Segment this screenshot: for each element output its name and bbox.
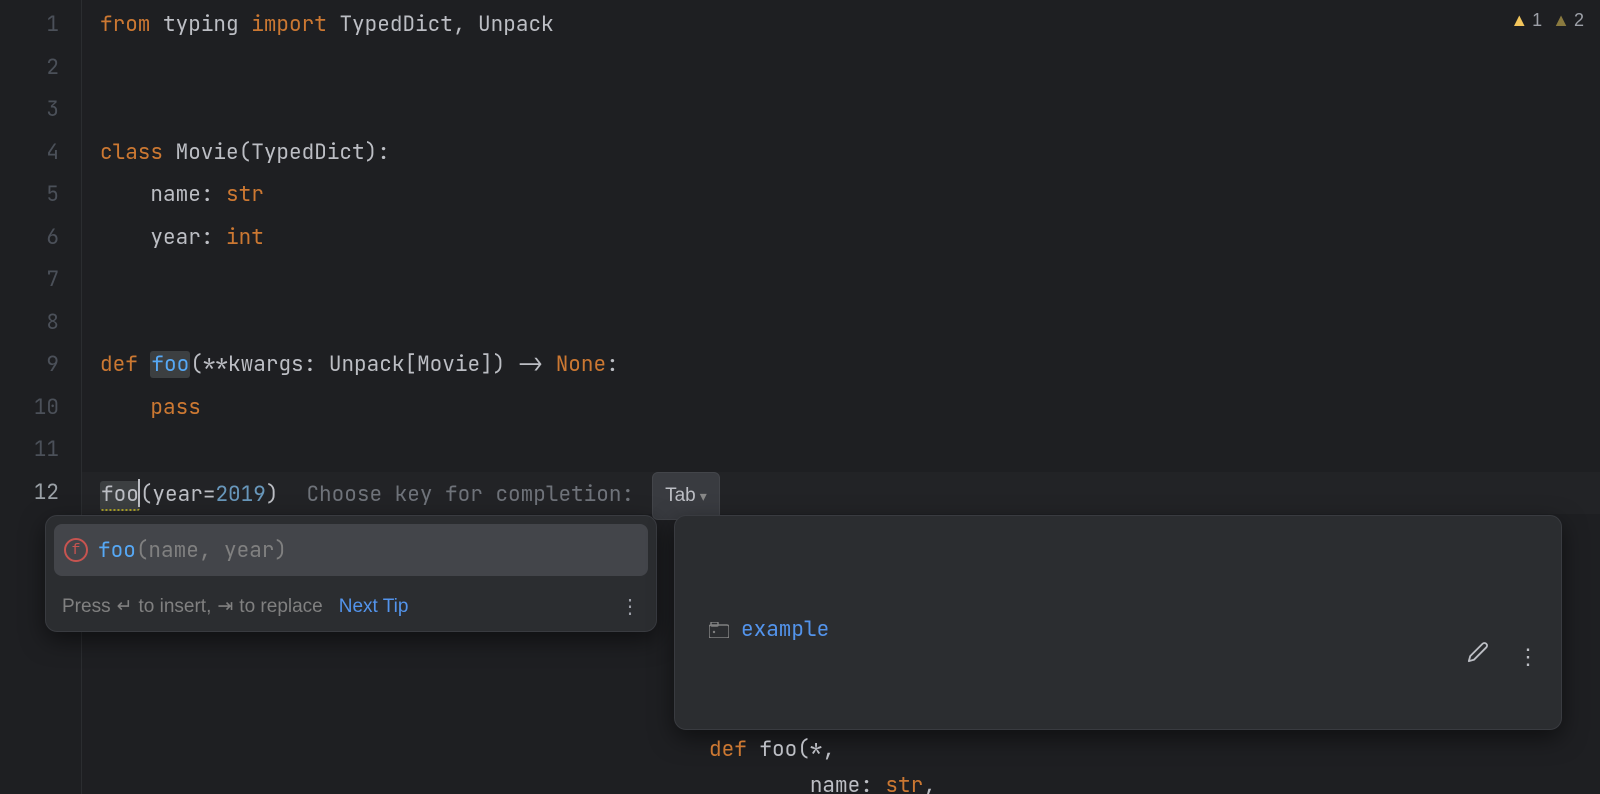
more-options-icon[interactable]: ⋮ [620, 594, 642, 619]
code-line[interactable] [82, 429, 1600, 472]
completion-params: (name, year) [136, 537, 287, 564]
completion-key-chip[interactable]: Tab▾ [652, 472, 720, 521]
code-line-active[interactable]: foo(year=2019) Choose key for completion:… [82, 472, 1600, 515]
code-line[interactable]: pass [82, 387, 1600, 430]
line-number[interactable]: 2 [0, 47, 81, 90]
doc-signature: def foo(*, name: str, year: int) -> None [709, 732, 1531, 794]
return-type: None [556, 351, 606, 378]
doc-actions: ⋮ [1391, 603, 1539, 711]
hint-text: Press [62, 596, 111, 618]
line-number[interactable]: 11 [0, 429, 81, 472]
type: int [226, 224, 264, 251]
punct: : [606, 351, 619, 378]
line-number[interactable]: 4 [0, 132, 81, 175]
line-number[interactable]: 8 [0, 302, 81, 345]
punct: (** [190, 351, 228, 378]
keyword: def [100, 351, 138, 378]
code-line[interactable] [82, 47, 1600, 90]
code-line[interactable]: class Movie(TypedDict): [82, 132, 1600, 175]
kwarg-name: year [152, 481, 202, 508]
punct: : [304, 351, 329, 378]
indent [100, 224, 150, 251]
line-number[interactable]: 3 [0, 89, 81, 132]
line-number[interactable]: 9 [0, 344, 81, 387]
keyword: from [100, 11, 150, 38]
warning-weak[interactable]: ▲ 2 [1552, 10, 1584, 31]
hint-text: to insert, [139, 596, 212, 618]
gutter: 1 2 3 4 5 6 7 8 9 10 11 12 [0, 0, 82, 794]
code-line[interactable] [82, 302, 1600, 345]
chevron-down-icon: ▾ [700, 488, 707, 504]
line-number[interactable]: 7 [0, 259, 81, 302]
hint-text: to replace [239, 596, 322, 618]
punct: = [203, 481, 216, 508]
keyword: class [100, 139, 163, 166]
keyword: pass [150, 394, 200, 421]
doc-module-name[interactable]: example [741, 612, 829, 648]
base-class: TypedDict [251, 139, 364, 166]
module-icon [709, 622, 729, 638]
completion-item[interactable]: f foo(name, year) [54, 524, 648, 576]
more-options-icon[interactable]: ⋮ [1517, 639, 1539, 675]
code-line[interactable]: name: str [82, 174, 1600, 217]
punct: : [201, 181, 226, 208]
warning-count: 2 [1574, 10, 1584, 31]
punct: ) [266, 481, 279, 508]
attr-name: name [150, 181, 200, 208]
line-number[interactable]: 1 [0, 4, 81, 47]
completion-item-text: foo(name, year) [98, 537, 287, 564]
module-name: typing [163, 11, 239, 38]
warning-icon: ▲ [1510, 10, 1528, 31]
code-line[interactable]: from typing import TypedDict, Unpack [82, 4, 1600, 47]
code-line[interactable]: def foo(**kwargs: Unpack[Movie]) -> None… [82, 344, 1600, 387]
inlay-hint: Choose key for completion: [306, 481, 634, 508]
annotation: Unpack [329, 351, 405, 378]
type-arg: Movie [417, 351, 480, 378]
punct: : [201, 224, 226, 251]
indent [100, 394, 150, 421]
function-icon: f [64, 538, 88, 562]
punct: ( [140, 481, 153, 508]
line-number[interactable]: 12 [0, 472, 81, 515]
warning-count: 1 [1532, 10, 1542, 31]
indent [100, 181, 150, 208]
punct: ]) -> [480, 351, 556, 378]
param: kwargs [228, 351, 304, 378]
inspection-widget[interactable]: ▲ 1 ▲ 2 [1510, 10, 1584, 31]
completion-fn: foo [98, 537, 136, 564]
enter-key-icon: ↵ [117, 595, 133, 618]
punct: [ [404, 351, 417, 378]
keyword: import [251, 11, 327, 38]
tab-key-icon: ⇥ [217, 595, 233, 618]
code-line[interactable]: year: int [82, 217, 1600, 260]
function-call: foo [100, 481, 140, 511]
line-number[interactable]: 5 [0, 174, 81, 217]
chip-label: Tab [665, 485, 696, 506]
line-number[interactable]: 10 [0, 387, 81, 430]
type: str [226, 181, 264, 208]
warning-icon: ▲ [1552, 10, 1570, 31]
completion-popup[interactable]: f foo(name, year) Press ↵ to insert, ⇥ t… [45, 515, 657, 632]
punct: ): [365, 139, 390, 166]
import-names: TypedDict, Unpack [339, 11, 553, 38]
function-name: foo [150, 351, 190, 378]
attr-name: year [150, 224, 200, 251]
number-literal: 2019 [215, 481, 265, 508]
next-tip-link[interactable]: Next Tip [339, 596, 409, 618]
warning-strong[interactable]: ▲ 1 [1510, 10, 1542, 31]
completion-hint: Press ↵ to insert, ⇥ to replace Next Tip… [46, 584, 656, 631]
code-line[interactable] [82, 259, 1600, 302]
documentation-popup[interactable]: example def foo(*, name: str, year: int)… [674, 515, 1562, 730]
class-name: Movie [176, 139, 239, 166]
code-line[interactable] [82, 89, 1600, 132]
edit-icon[interactable] [1391, 603, 1489, 711]
line-number[interactable]: 6 [0, 217, 81, 260]
